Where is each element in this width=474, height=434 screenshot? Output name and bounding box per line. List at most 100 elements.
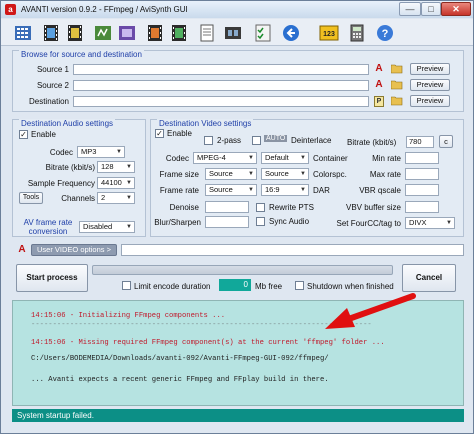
vbrqscale-input[interactable] [405,184,439,196]
minrate-input[interactable] [405,152,439,164]
syncaudio-label: Sync Audio [269,217,310,226]
dar-select[interactable]: 16:9 ▼ [261,184,309,196]
video-codec-select[interactable]: MPEG-4 ▼ [193,152,257,164]
avisynth-icon[interactable]: A [373,79,385,91]
source1-preview-button[interactable]: Preview [410,63,450,75]
dar-label: DAR [313,186,330,195]
chevron-down-icon: ▼ [126,224,132,230]
dar-value: 16:9 [265,185,280,194]
auto-badge[interactable]: AUTO [264,135,288,142]
checklist-icon[interactable] [253,23,273,43]
avisynth-icon[interactable]: A [373,63,385,75]
audio-codec-value: MP3 [81,147,97,156]
help-icon[interactable]: ? [375,23,395,43]
av-framerate-value: Disabled [83,222,113,231]
minimize-button[interactable]: — [399,2,421,16]
log-line: 14:15:06 - Missing required FFmpeg compo… [31,339,385,347]
user-options-input[interactable] [121,244,464,256]
deinterlace-checkbox[interactable] [252,136,261,145]
svg-text:?: ? [382,28,389,40]
framerate-select[interactable]: Source ▼ [205,184,257,196]
av-framerate-select[interactable]: Disabled ▼ [79,221,135,233]
start-process-button[interactable]: Start process [16,264,88,292]
cancel-button[interactable]: Cancel [402,264,456,292]
video-codec-value: MPEG-4 [197,153,226,162]
shutdown-checkbox[interactable] [295,281,304,290]
audio-icon[interactable] [93,23,113,43]
limit-duration-label: Limit encode duration [134,282,211,291]
destination-preview-button[interactable]: Preview [410,95,450,107]
audio-channels-select[interactable]: 2 ▼ [97,192,135,204]
syncaudio-checkbox[interactable] [256,217,265,226]
folder-open-icon[interactable] [390,64,403,74]
audio-samplefreq-label: Sample Frequency [27,179,95,188]
vbvbuffer-input[interactable] [405,201,439,213]
colorspc-label: Colorspc. [313,170,347,179]
destination-input[interactable] [73,96,369,107]
video-bitrate-input[interactable]: 780 [406,136,434,148]
video-bitrate-label: Bitrate (kbit/s) [347,138,397,147]
bitrate-calc-button[interactable]: c [439,135,453,148]
number-icon[interactable]: 123 [319,23,339,43]
folder-open-icon[interactable] [390,96,403,106]
user-video-options-button[interactable]: User VIDEO options > [31,244,117,256]
chevron-down-icon: ▼ [116,149,122,155]
film-icon[interactable] [169,23,189,43]
calculator-icon[interactable] [347,23,367,43]
document-icon[interactable] [197,23,217,43]
filmstrip-icon[interactable] [223,23,243,43]
p-icon[interactable]: P [374,96,384,107]
fourcc-label: Set FourCC/tag to [336,219,401,228]
film-icon[interactable] [145,23,165,43]
audio-samplefreq-select[interactable]: 44100 ▼ [97,177,135,189]
framesize-value: Source [209,169,233,178]
fourcc-select[interactable]: DIVX ▼ [405,217,455,229]
colorspc-select[interactable]: Source ▼ [261,168,309,180]
video-enable-checkbox[interactable]: ✓ [155,129,164,138]
play-arrow-icon[interactable] [281,23,301,43]
container-select[interactable]: Default ▼ [261,152,309,164]
audio-samplefreq-value: 44100 [101,178,122,187]
film-icon[interactable] [41,23,61,43]
twopass-label: 2-pass [217,136,242,145]
audio-codec-label: Codec [49,148,73,157]
chevron-down-icon: ▼ [248,171,254,177]
close-button[interactable]: ✕ [441,2,471,16]
audio-enable-label: Enable [31,130,56,139]
source2-preview-button[interactable]: Preview [410,79,450,91]
audio-codec-select[interactable]: MP3 ▼ [77,146,125,158]
app-logo-icon: a [5,4,16,15]
video-group-title: Destination Video settings [157,119,254,128]
framesize-select[interactable]: Source ▼ [205,168,257,180]
folder-open-icon[interactable] [390,80,403,90]
encode-progress-bar [92,265,393,275]
twopass-checkbox[interactable] [204,136,213,145]
video-enable-label: Enable [167,129,192,138]
toolbar: 123 ? [1,19,473,46]
source2-label: Source 2 [36,81,69,90]
chevron-down-icon: ▼ [126,164,132,170]
avisynth-icon[interactable]: A [16,244,28,256]
chevron-down-icon: ▼ [300,171,306,177]
fourcc-value: DIVX [409,218,427,227]
maxrate-label: Max rate [369,170,401,179]
preset-grid-icon[interactable] [13,23,33,43]
audio-tools-button[interactable]: Tools [19,192,43,204]
denoise-input[interactable] [205,201,249,213]
audio-group-title: Destination Audio settings [19,119,116,128]
audio-enable-checkbox[interactable]: ✓ [19,130,28,139]
source2-input[interactable] [73,80,369,91]
minrate-label: Min rate [372,154,401,163]
source1-label: Source 1 [36,65,69,74]
maxrate-input[interactable] [405,168,439,180]
rewritepts-checkbox[interactable] [256,203,265,212]
limit-duration-checkbox[interactable] [122,281,131,290]
audio-bitrate-select[interactable]: 128 ▼ [97,161,135,173]
video-icon[interactable] [117,23,137,43]
blursharpen-input[interactable] [205,216,249,228]
shutdown-label: Shutdown when finished [307,282,394,291]
container-value: Default [265,153,289,162]
source1-input[interactable] [73,64,369,75]
maximize-button[interactable]: □ [421,2,441,16]
film-icon[interactable] [65,23,85,43]
